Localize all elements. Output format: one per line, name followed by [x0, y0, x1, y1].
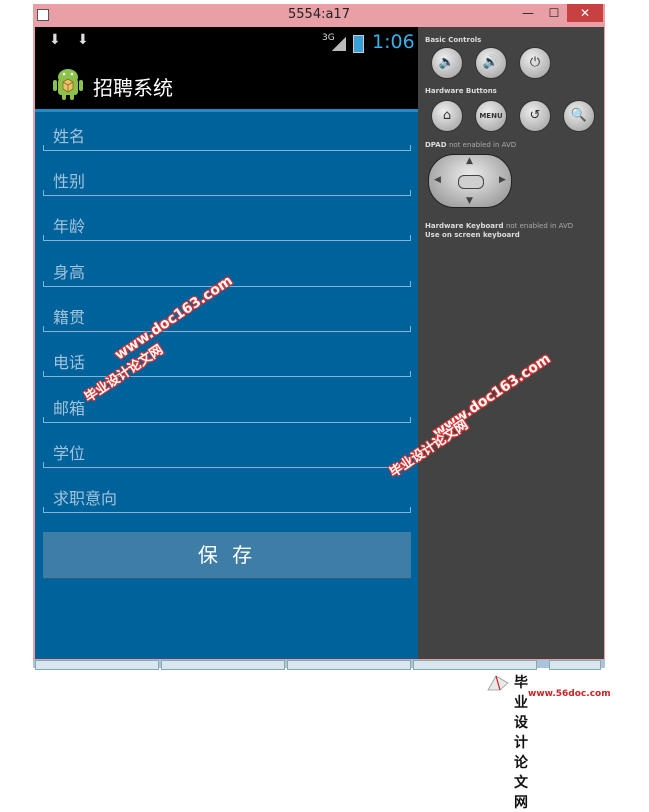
status-bar: ⬇ ⬇ 3G 1:06 [35, 27, 418, 57]
close-icon[interactable]: ✕ [567, 4, 603, 22]
brand-name: 毕业设计论文网 [514, 675, 528, 811]
brand-mark-icon [487, 675, 509, 691]
degree-placeholder: 学位 [53, 444, 86, 463]
minimize-icon[interactable]: — [515, 4, 541, 22]
dpad-center-button[interactable] [458, 175, 484, 189]
phone-field[interactable]: 电话 [43, 344, 411, 377]
hardware-buttons-title: Hardware Buttons [425, 87, 497, 95]
window-controls: — ☐ ✕ [515, 4, 603, 24]
volume-up-icon[interactable]: 🔊 [475, 47, 507, 79]
age-field[interactable]: 年龄 [43, 208, 411, 241]
download-icon: ⬇ [49, 32, 61, 48]
signal-icon [332, 37, 346, 51]
keyboard-note: not enabled in AVD [505, 222, 574, 230]
taskbar-item[interactable] [549, 660, 601, 670]
keyboard-label: Hardware Keyboard [425, 222, 504, 230]
hometown-placeholder: 籍贯 [53, 308, 86, 327]
dpad-note: not enabled in AVD [448, 141, 517, 149]
battery-icon [353, 35, 364, 53]
maximize-icon[interactable]: ☐ [541, 4, 567, 22]
dpad-label: DPAD [425, 141, 447, 149]
back-icon[interactable]: ↺ [519, 100, 551, 132]
brand-url: www.56doc.com [528, 689, 611, 699]
dpad[interactable]: ▲ ▼ ◀ ▶ [428, 154, 512, 208]
taskbar-item[interactable] [413, 660, 537, 670]
power-icon[interactable]: ⏻ [519, 47, 551, 79]
name-field[interactable]: 姓名 [43, 118, 411, 151]
age-placeholder: 年龄 [53, 217, 86, 236]
dpad-right-icon[interactable]: ▶ [499, 175, 506, 185]
keyboard-hint: Use on screen keyboard [425, 231, 520, 239]
gender-placeholder: 性别 [53, 172, 86, 191]
home-icon[interactable]: ⌂ [431, 100, 463, 132]
job-intention-field[interactable]: 求职意向 [43, 480, 411, 513]
dpad-down-icon[interactable]: ▼ [466, 196, 473, 206]
phone-placeholder: 电话 [53, 353, 86, 372]
taskbar-item[interactable] [35, 660, 159, 670]
height-placeholder: 身高 [53, 263, 86, 282]
android-logo-icon [53, 69, 83, 100]
taskbar-item[interactable] [161, 660, 285, 670]
action-bar-divider [35, 109, 418, 112]
download-icon: ⬇ [77, 32, 89, 48]
status-clock: 1:06 [372, 31, 415, 53]
gender-field[interactable]: 性别 [43, 163, 411, 196]
taskbar-item[interactable] [287, 660, 411, 670]
hardware-keyboard-title: Hardware Keyboard not enabled in AVD [425, 222, 573, 230]
degree-field[interactable]: 学位 [43, 435, 411, 468]
taskbar [33, 660, 605, 670]
title-bar: 5554:a17 — ☐ ✕ [33, 4, 605, 26]
save-button[interactable]: 保 存 [43, 532, 411, 579]
dpad-up-icon[interactable]: ▲ [466, 156, 473, 166]
search-icon[interactable]: 🔍 [563, 100, 595, 132]
menu-button[interactable]: MENU [475, 100, 507, 132]
dpad-title: DPAD not enabled in AVD [425, 141, 516, 149]
emulator-controls-panel: Basic Controls 🔈 🔊 ⏻ Hardware Buttons ⌂ … [418, 27, 604, 659]
app-title: 招聘系统 [93, 76, 173, 100]
basic-controls-title: Basic Controls [425, 36, 482, 44]
volume-down-icon[interactable]: 🔈 [431, 47, 463, 79]
job-intention-placeholder: 求职意向 [53, 489, 118, 508]
name-placeholder: 姓名 [53, 127, 86, 146]
android-screen: ⬇ ⬇ 3G 1:06 招聘系统 姓名 性别 年龄 身高 籍贯 电话 邮箱 学位… [35, 27, 418, 659]
hometown-field[interactable]: 籍贯 [43, 299, 411, 332]
email-placeholder: 邮箱 [53, 399, 86, 418]
action-bar: 招聘系统 [35, 57, 418, 109]
dpad-left-icon[interactable]: ◀ [434, 175, 441, 185]
